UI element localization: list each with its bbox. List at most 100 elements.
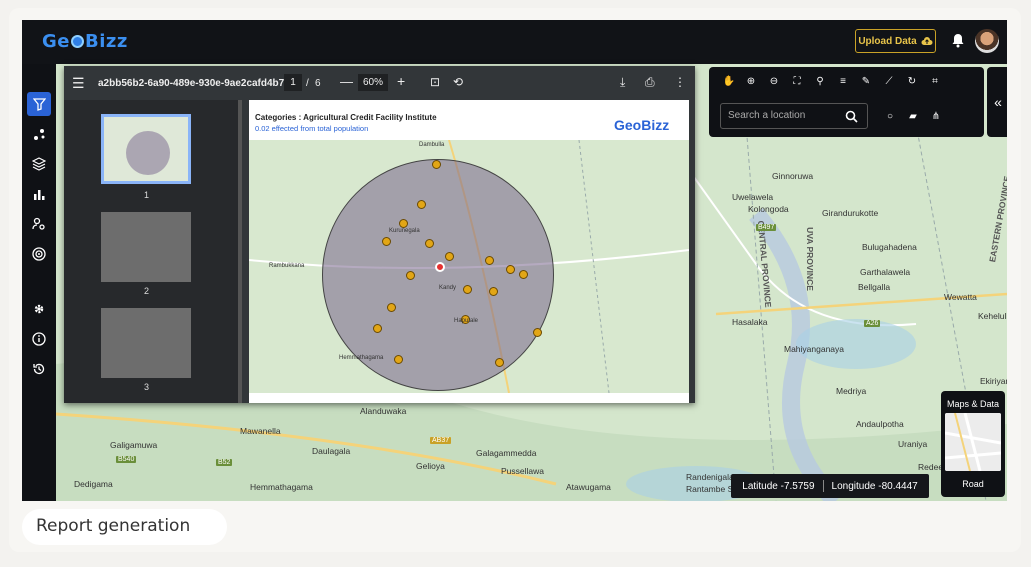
poi-pin[interactable] [382, 237, 391, 246]
more-options-icon[interactable]: ⋮ [674, 75, 686, 89]
map-label: Daulagala [312, 446, 351, 456]
maps-data-title: Maps & Data [946, 399, 1000, 409]
poi-pin[interactable] [387, 303, 396, 312]
hamburger-menu-icon[interactable]: ☰ [72, 75, 85, 92]
map-label: Hemmathagama [250, 482, 313, 492]
map-label: Mawanella [240, 426, 281, 436]
pencil-icon[interactable]: ✎ [858, 73, 874, 89]
map-label: Galagammedda [476, 448, 537, 458]
poi-pin[interactable] [394, 355, 403, 364]
crop-icon[interactable]: ⌗ [927, 73, 943, 89]
user-search-icon[interactable] [27, 212, 51, 236]
analytics-icon[interactable] [27, 122, 51, 146]
pdf-page: Categories : Agricultural Credit Facilit… [249, 100, 689, 403]
divider [822, 480, 824, 492]
poi-pin[interactable] [463, 285, 472, 294]
page-separator: / [306, 78, 309, 89]
road-marker: B540 [116, 456, 137, 463]
share-icon[interactable]: ⋔ [928, 108, 944, 124]
maps-and-data-switcher[interactable]: Maps & Data Road [941, 391, 1005, 497]
download-icon[interactable]: ⤓ [620, 75, 625, 90]
zoom-level[interactable]: 60% [358, 74, 388, 91]
collapse-panel-button[interactable]: « [987, 67, 1007, 137]
bar-chart-icon[interactable] [27, 182, 51, 206]
report-map: Dambulla Kurunegala Kandy Haputale Hemma… [249, 140, 689, 393]
fit-page-icon[interactable]: ⊡ [430, 75, 440, 89]
map-label: Girandurukotte [822, 208, 879, 218]
thumbnail-label: 3 [144, 382, 150, 392]
poi-pin[interactable] [445, 252, 454, 261]
map-label: Uraniya [898, 439, 928, 449]
zoom-in-icon[interactable]: ⊕ [743, 73, 759, 89]
map-label: Ginnoruwa [772, 171, 814, 181]
report-map-label: Kandy [439, 285, 457, 291]
pdf-file-name: a2bb56b2-6a90-489e-930e-9ae2cafd4b77 [98, 78, 290, 89]
circle-icon[interactable]: ○ [882, 108, 898, 124]
zoom-out-icon[interactable]: ⊖ [766, 73, 782, 89]
upload-data-button[interactable]: Upload Data [855, 29, 936, 53]
thumbnail-page-2[interactable] [101, 212, 191, 282]
poi-pin[interactable] [533, 328, 542, 337]
road-marker: A26 [864, 320, 881, 327]
map-label: Mahiyanganaya [784, 344, 845, 354]
globe-icon [70, 35, 84, 48]
report-category: Categories : Agricultural Credit Facilit… [255, 113, 437, 122]
poi-pin[interactable] [432, 160, 441, 169]
poi-pin[interactable] [495, 358, 504, 367]
target-icon[interactable] [27, 242, 51, 266]
poi-pin[interactable] [425, 239, 434, 248]
road-marker: AB37 [430, 437, 452, 444]
filter-icon[interactable] [27, 92, 51, 116]
road-map-thumbnail[interactable] [945, 413, 1001, 471]
page-number-input[interactable]: 1 [284, 74, 302, 91]
geobizz-logo[interactable]: Ge Bizz [42, 31, 128, 52]
page-total: 6 [315, 78, 321, 89]
poi-pin[interactable] [373, 324, 382, 333]
fullscreen-icon[interactable]: ⛶ [789, 73, 805, 89]
thumbnail-label: 2 [144, 286, 150, 296]
pin-icon[interactable]: ⚲ [812, 73, 828, 89]
map-label: Bulugahadena [862, 242, 917, 252]
map-label: Alanduwaka [360, 406, 407, 416]
print-icon[interactable]: ⎙ [645, 75, 655, 90]
zoom-in-button[interactable]: + [397, 73, 405, 89]
thumbnail-page-1[interactable] [101, 114, 191, 184]
poi-pin[interactable] [489, 287, 498, 296]
cloud-upload-icon [921, 37, 933, 45]
left-sidebar [22, 64, 56, 501]
settings-icon[interactable] [27, 297, 51, 321]
refresh-icon[interactable]: ↻ [904, 73, 920, 89]
hand-icon[interactable]: ✋ [721, 73, 737, 89]
history-icon[interactable] [27, 357, 51, 381]
layers-icon[interactable] [27, 152, 51, 176]
map-label: Wewatta [944, 292, 977, 302]
poi-pin[interactable] [485, 256, 494, 265]
folder-icon[interactable]: ▰ [905, 108, 921, 124]
thumbnail-scrollbar[interactable] [238, 100, 242, 403]
notification-bell-icon[interactable] [950, 32, 966, 48]
search-icon[interactable] [845, 110, 858, 123]
zoom-out-button[interactable]: — [340, 74, 353, 89]
report-subtitle: 0.02 effected from total population [255, 124, 369, 133]
poi-pin[interactable] [406, 271, 415, 280]
map-label: Bellgalla [858, 282, 891, 292]
rotate-icon[interactable]: ⟲ [453, 75, 463, 89]
report-map-label: Dambulla [419, 142, 445, 148]
map-type-label: Road [962, 479, 984, 489]
map-label: Uwelawela [732, 192, 774, 202]
poi-pin[interactable] [506, 265, 515, 274]
center-location-marker[interactable] [435, 262, 445, 272]
poi-pin[interactable] [399, 219, 408, 228]
thumbnail-page-3[interactable] [101, 308, 191, 378]
info-icon[interactable] [27, 327, 51, 351]
poi-pin[interactable] [417, 200, 426, 209]
double-chevron-left-icon: « [994, 94, 1002, 110]
line-icon[interactable]: ⟋ [881, 73, 897, 89]
map-label: Kolongoda [748, 204, 789, 214]
coordinates-readout: Latitude -7.5759 Longitude -80.4447 [731, 474, 929, 498]
poi-pin[interactable] [519, 270, 528, 279]
map-label: Hasalaka [732, 317, 768, 327]
top-bar: Ge Bizz Upload Data [22, 20, 1007, 64]
database-icon[interactable]: ≡ [835, 73, 851, 89]
user-avatar[interactable] [975, 29, 999, 53]
